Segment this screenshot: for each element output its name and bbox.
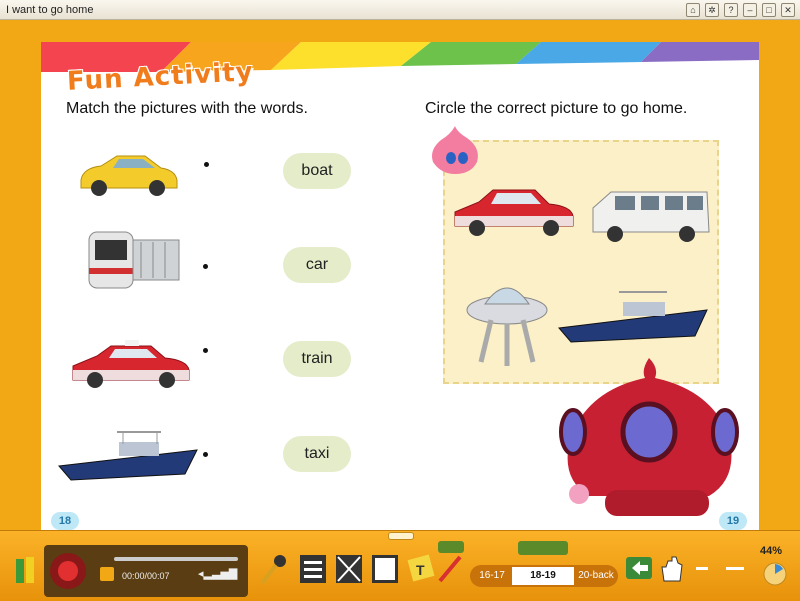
right-instruction: Circle the correct picture to go home. <box>425 100 688 117</box>
red-taxi-picture[interactable] <box>69 338 193 390</box>
match-dot[interactable] <box>203 452 208 457</box>
zoom-in-icon[interactable] <box>726 567 744 570</box>
word-taxi[interactable]: taxi <box>283 436 351 472</box>
yellow-car-picture[interactable] <box>77 150 179 200</box>
left-instruction: Match the pictures with the words. <box>66 100 308 117</box>
word-car[interactable]: car <box>283 247 351 283</box>
left-page-number: 18 <box>51 512 79 530</box>
close-button[interactable]: ✕ <box>781 3 795 17</box>
next-pages[interactable]: 20-back <box>576 567 616 585</box>
boat-picture[interactable] <box>57 430 199 484</box>
text-icon[interactable]: T <box>406 553 436 585</box>
word-train[interactable]: train <box>283 341 351 377</box>
option-boat[interactable] <box>557 290 709 346</box>
record-icon[interactable] <box>48 551 88 591</box>
right-page-number: 19 <box>719 512 747 530</box>
title-bar: I want to go home ⌂ ✲ ? – □ ✕ <box>0 0 800 20</box>
pink-character <box>432 126 478 174</box>
help-icon[interactable]: ? <box>724 3 738 17</box>
screen-icon[interactable] <box>298 553 328 585</box>
match-dot[interactable] <box>203 348 208 353</box>
play-button[interactable] <box>100 567 114 581</box>
maximize-button[interactable]: □ <box>762 3 776 17</box>
back-arrow-icon[interactable] <box>624 553 654 585</box>
option-red-taxi[interactable] <box>453 182 577 238</box>
match-dot[interactable] <box>204 162 209 167</box>
progress-track[interactable] <box>114 557 238 561</box>
volume-icon[interactable]: ◂▂▃▅▇ <box>198 567 237 580</box>
pencils-icon[interactable] <box>12 555 42 587</box>
pen-icon[interactable] <box>436 553 466 585</box>
word-boat[interactable]: boat <box>283 153 351 189</box>
prev-pages[interactable]: 16-17 <box>474 567 510 585</box>
page-panel-tab[interactable] <box>518 541 568 555</box>
bottom-toolbar: 00:00/00:07 ◂▂▃▅▇ T 16-17 18-19 20-back … <box>0 530 800 601</box>
settings-icon[interactable]: ✲ <box>705 3 719 17</box>
minimize-button[interactable]: – <box>743 3 757 17</box>
match-dot[interactable] <box>203 264 208 269</box>
red-house-character <box>559 358 739 516</box>
train-picture[interactable] <box>85 228 183 292</box>
collapse-tab[interactable] <box>438 541 464 553</box>
zoom-level: 44% <box>760 545 783 557</box>
window-title: I want to go home <box>6 4 94 16</box>
hand-icon[interactable] <box>656 553 686 585</box>
svg-text:T: T <box>416 562 425 578</box>
media-player: 00:00/00:07 ◂▂▃▅▇ <box>44 545 248 597</box>
page-navigator: 16-17 18-19 20-back <box>470 565 618 587</box>
microphone-icon[interactable] <box>258 553 288 585</box>
toolbar-handle[interactable] <box>388 532 414 540</box>
current-pages[interactable]: 18-19 <box>512 567 574 585</box>
zoom-dial-icon[interactable] <box>762 561 788 587</box>
zoom-out-icon[interactable] <box>696 567 708 570</box>
mask-icon[interactable] <box>334 553 364 585</box>
book-spread: Fun Activity Match the pictures with the… <box>41 42 759 547</box>
option-van[interactable] <box>589 186 713 246</box>
whiteboard-icon[interactable] <box>370 553 400 585</box>
home-icon[interactable]: ⌂ <box>686 3 700 17</box>
playback-time: 00:00/00:07 <box>122 571 170 581</box>
option-flying-saucer[interactable] <box>465 270 549 370</box>
book-frame: Fun Activity Match the pictures with the… <box>0 20 800 547</box>
